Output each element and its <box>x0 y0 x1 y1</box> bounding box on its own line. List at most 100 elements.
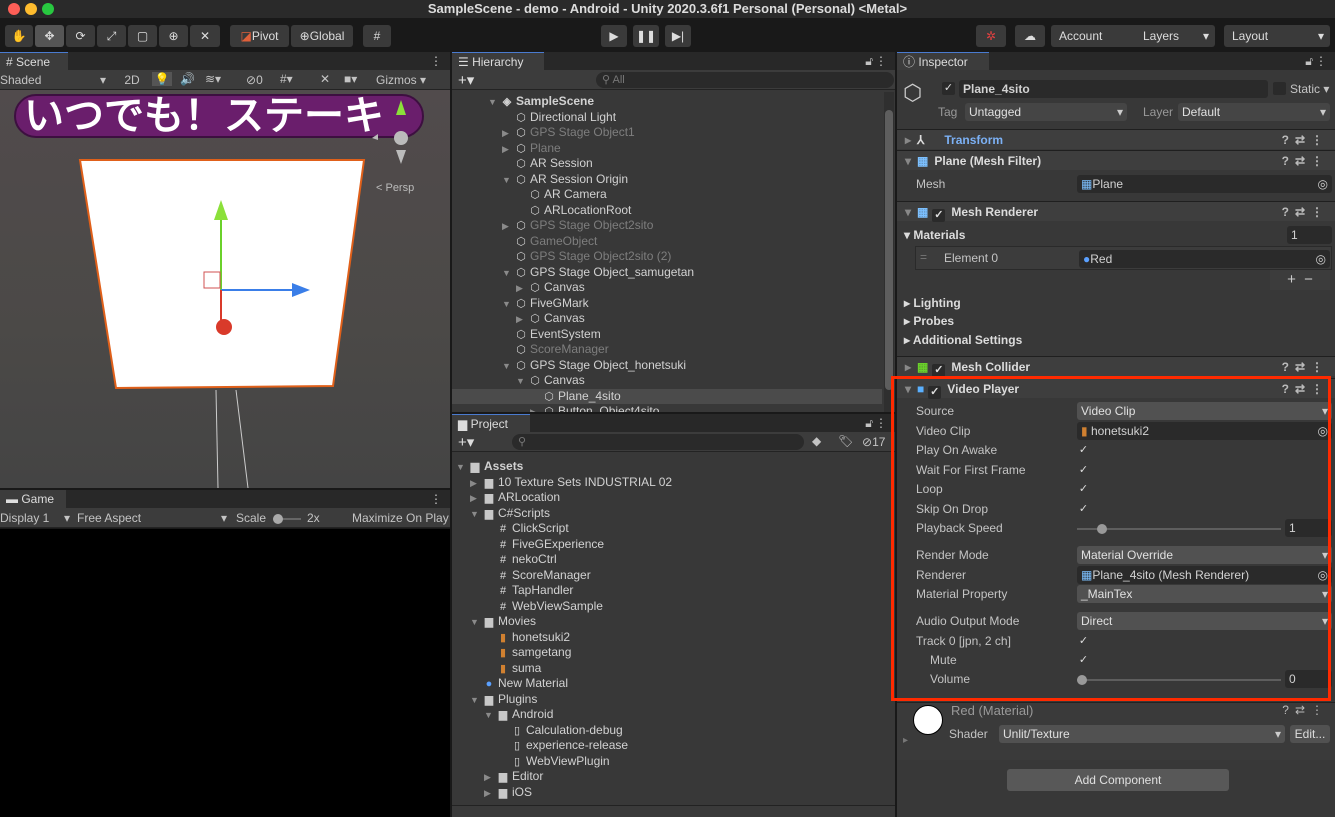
transform-tool-icon[interactable]: ⊕ <box>159 25 188 47</box>
lighting-foldout[interactable]: ▸ Lighting <box>904 294 961 312</box>
list-item[interactable]: ▯ Calculation-debug <box>452 723 882 738</box>
z-cone-icon[interactable] <box>216 319 232 335</box>
grid-snap-icon[interactable]: # <box>363 25 391 47</box>
hierarchy-search-input[interactable]: ⚲ All <box>596 72 894 88</box>
materials-count[interactable]: 1 <box>1287 226 1332 244</box>
object-picker-icon[interactable]: ◎ <box>1316 250 1326 268</box>
expand-arrow-open-icon[interactable]: ▼ <box>502 173 514 188</box>
expand-arrow-open-icon[interactable]: ▼ <box>488 95 500 110</box>
list-item[interactable]: ▶ ⬡ Button_Object4sito <box>452 404 882 412</box>
expand-arrow-closed-icon[interactable]: ▶ <box>516 312 528 327</box>
expand-arrow-open-icon[interactable]: ▼ <box>470 615 482 630</box>
list-item[interactable]: ▮ honetsuki2 <box>452 630 882 645</box>
active-checkbox[interactable]: ✓ <box>942 82 955 95</box>
list-item[interactable]: ▼ ▆ Android <box>452 707 882 722</box>
expand-arrow-closed-icon[interactable]: ▶ <box>502 219 514 234</box>
transform-title[interactable]: Transform <box>944 133 1003 147</box>
drag-handle-icon[interactable]: = <box>920 250 927 264</box>
maximize-on-play-toggle[interactable]: Maximize On Play <box>352 511 449 525</box>
search-by-type-icon[interactable]: ◆ <box>812 434 821 448</box>
list-item[interactable]: ▼ ▆ Assets <box>452 459 882 474</box>
list-item[interactable]: ▶ ⬡ Plane <box>452 141 882 156</box>
scale-slider-knob[interactable] <box>273 514 283 524</box>
expand-arrow-open-icon[interactable]: ▼ <box>470 507 482 522</box>
static-checkbox[interactable] <box>1273 82 1286 95</box>
display-dropdown[interactable]: Display 1 ▾ <box>0 511 72 525</box>
list-item[interactable]: # nekoCtrl <box>452 552 882 567</box>
list-item[interactable]: ▶ ⬡ GPS Stage Object1 <box>452 125 882 140</box>
additional-settings-foldout[interactable]: ▸ Additional Settings <box>904 331 1022 349</box>
layer-dropdown[interactable]: Default <box>1178 103 1330 121</box>
mesh-renderer-enabled-checkbox[interactable]: ✓ <box>932 209 946 222</box>
list-item[interactable]: ▼ ⬡ Canvas <box>452 373 882 388</box>
hidden-objects-toggle[interactable]: ⊘0 <box>246 73 263 87</box>
list-item[interactable]: ▶ ▆ 10 Texture Sets INDUSTRIAL 02 <box>452 475 882 490</box>
mesh-renderer-header[interactable]: ▾ ▦ ✓ Mesh Renderer ?⇄⋮ <box>897 201 1335 222</box>
tab-game[interactable]: ▬ Game <box>0 490 66 508</box>
expand-arrow-closed-icon[interactable]: ▶ <box>484 770 496 785</box>
list-item[interactable]: ▶ ▆ iOS <box>452 785 882 800</box>
mesh-filter-header[interactable]: ▾ ▦ Plane (Mesh Filter) ?⇄⋮ <box>897 150 1335 170</box>
rotate-tool-icon[interactable]: ⟳ <box>66 25 95 47</box>
mesh-collider-header[interactable]: ▸ ▦ ✓ Mesh Collider ?⇄⋮ <box>897 356 1335 377</box>
play-button[interactable]: ▶ <box>601 25 627 47</box>
list-item[interactable]: ▼ ◈ SampleScene <box>452 94 882 109</box>
list-item[interactable]: ⬡ Plane_4sito <box>452 388 882 404</box>
close-window-button[interactable] <box>8 3 20 15</box>
materials-foldout[interactable]: ▾ Materials <box>904 226 965 244</box>
list-item[interactable]: ▼ ⬡ GPS Stage Object_honetsuki <box>452 358 882 373</box>
rect-tool-icon[interactable]: ▢ <box>128 25 157 47</box>
more-menu-icon[interactable]: ⋮ <box>875 416 887 430</box>
edit-shader-button[interactable]: Edit... <box>1290 725 1330 743</box>
scale-slider[interactable] <box>273 514 301 524</box>
gameobject-cube-icon[interactable]: ⬡ <box>903 80 922 106</box>
expand-arrow-open-icon[interactable]: ▼ <box>516 374 528 389</box>
list-item[interactable]: ▶ ⬡ Canvas <box>452 311 882 326</box>
tab-scene[interactable]: # Scene <box>0 52 68 70</box>
list-item[interactable]: ▶ ⬡ GPS Stage Object2sito <box>452 218 882 233</box>
material-foldout-arrow[interactable]: ▸ <box>903 735 908 746</box>
tab-project[interactable]: ▆ Project <box>452 414 530 432</box>
hidden-packages-toggle[interactable]: ⊘17 <box>862 435 885 449</box>
component-header-icons[interactable]: ?⇄⋮ <box>1282 357 1329 377</box>
list-item[interactable]: ▮ samgetang <box>452 645 882 660</box>
list-item[interactable]: ▼ ▆ Movies <box>452 614 882 629</box>
list-item[interactable]: # ClickScript <box>452 521 882 536</box>
expand-arrow-open-icon[interactable]: ▼ <box>456 460 468 475</box>
list-item[interactable]: ⬡ AR Camera <box>452 187 882 202</box>
list-item[interactable]: ▯ WebViewPlugin <box>452 754 882 769</box>
tag-dropdown[interactable]: Untagged <box>965 103 1127 121</box>
cloud-icon[interactable]: ☁ <box>1015 25 1045 47</box>
aspect-dropdown[interactable]: Free Aspect ▾ <box>77 511 229 525</box>
expand-arrow-closed-icon[interactable]: ▶ <box>470 476 482 491</box>
list-item[interactable]: ▼ ▆ Plugins <box>452 692 882 707</box>
shading-mode-dropdown[interactable]: Shaded ▾ <box>0 73 110 87</box>
list-item[interactable]: ▶ ▆ ARLocation <box>452 490 882 505</box>
global-toggle[interactable]: ⊕Global <box>291 25 353 47</box>
game-view[interactable] <box>0 529 450 817</box>
list-item[interactable]: ⬡ AR Session <box>452 156 882 171</box>
component-header-icons[interactable]: ?⇄⋮ <box>1282 202 1329 222</box>
object-name-input[interactable]: Plane_4sito <box>959 80 1268 98</box>
lock-icon[interactable]: 🔓︎ <box>1305 54 1313 69</box>
add-object-button[interactable]: +▾ <box>458 71 474 89</box>
tools-icon[interactable]: ✕ <box>320 72 330 86</box>
scale-tool-icon[interactable]: ⤢ <box>97 25 126 47</box>
add-component-button[interactable]: Add Component <box>1007 769 1229 791</box>
expand-arrow-closed-icon[interactable]: ▶ <box>502 142 514 157</box>
scrollbar-thumb[interactable] <box>885 110 893 390</box>
list-item[interactable]: ⬡ EventSystem <box>452 327 882 342</box>
lighting-toggle-icon[interactable]: 💡 <box>152 72 172 86</box>
expand-arrow-open-icon[interactable]: ▼ <box>502 359 514 374</box>
expand-arrow-closed-icon[interactable]: ▶ <box>470 491 482 506</box>
expand-arrow-open-icon[interactable]: ▼ <box>470 693 482 708</box>
lock-icon[interactable]: 🔓︎ <box>865 54 873 69</box>
grid-toggle-icon[interactable]: #▾ <box>280 72 293 86</box>
camera-icon[interactable]: ■▾ <box>344 72 357 86</box>
move-tool-icon[interactable]: ✥ <box>35 25 64 47</box>
list-item[interactable]: ▼ ⬡ FiveGMark <box>452 296 882 311</box>
list-item[interactable]: ▮ suma <box>452 661 882 676</box>
perspective-label[interactable]: < Persp <box>376 182 414 194</box>
list-item[interactable]: ⬡ ScoreManager <box>452 342 882 357</box>
audio-toggle-icon[interactable]: 🔊 <box>180 72 195 86</box>
